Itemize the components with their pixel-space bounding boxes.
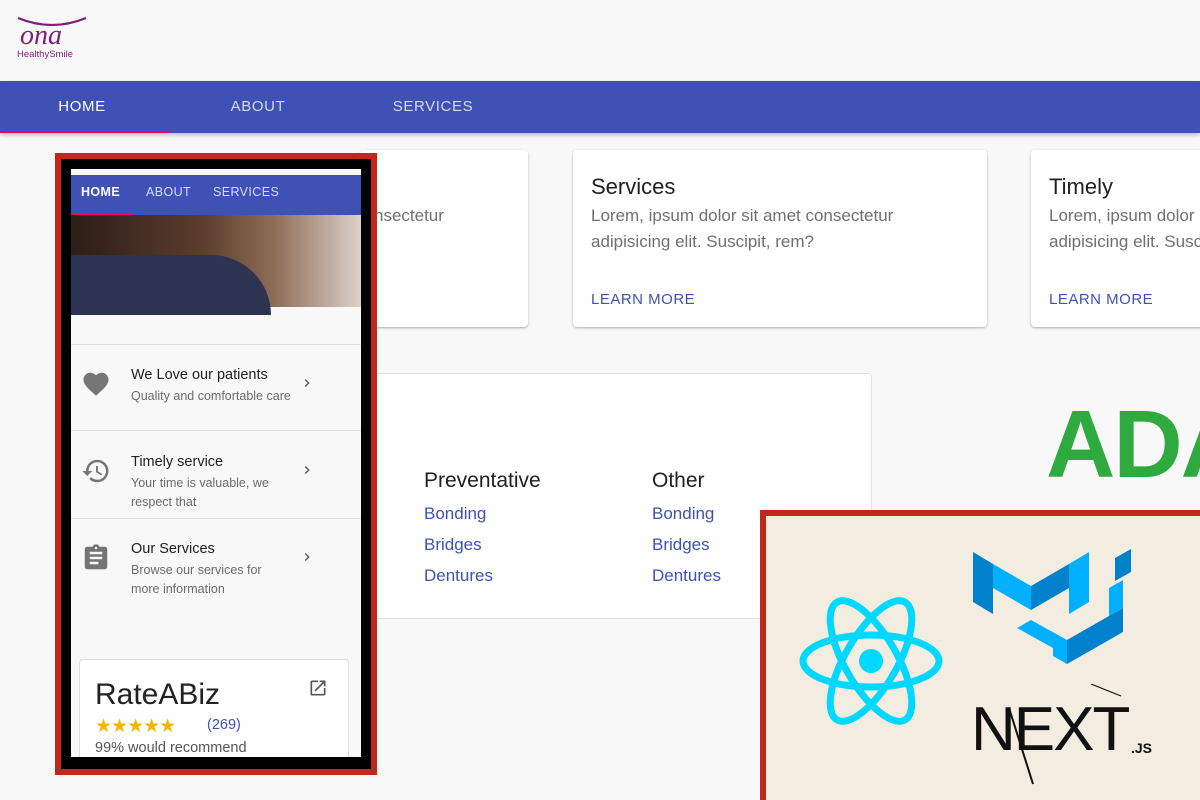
rating-stars: ★★★★★ (95, 716, 176, 737)
card-services-learn-more-button[interactable]: LEARN MORE (591, 291, 695, 308)
rateabiz-card: RateABiz ★★★★★ (269) 99% would recommend (79, 659, 349, 757)
services-link-dentures[interactable]: Dentures (652, 565, 721, 596)
tech-logos-panel: NEXT .JS (760, 510, 1200, 800)
healthysmile-logo[interactable]: ona HealthySmile (16, 10, 88, 62)
nextjs-slash-icon (1008, 684, 1122, 785)
tab-home[interactable]: HOME (22, 81, 142, 133)
card-timely: Timely Lorem, ipsum dolor sit amet conse… (1031, 150, 1200, 327)
history-icon (81, 456, 111, 486)
clipboard-icon (81, 543, 111, 573)
services-heading: Other (652, 469, 705, 492)
ada-logo: ADA (1046, 391, 1200, 498)
hero-image (71, 215, 361, 315)
card-services-body: Lorem, ipsum dolor sit amet consectetur … (591, 206, 894, 251)
services-link-bonding[interactable]: Bonding (424, 503, 541, 534)
phone-bezel: HOME ABOUT SERVICES We Love our patients… (61, 159, 371, 769)
react-logo-icon (799, 597, 943, 725)
list-item-timely[interactable]: Timely service Your time is valuable, we… (71, 432, 361, 519)
mobile-tab-home[interactable]: HOME (81, 175, 120, 215)
recommend-text: 99% would recommend (95, 740, 247, 756)
tab-about[interactable]: ABOUT (198, 81, 318, 133)
list-item-patients[interactable]: We Love our patients Quality and comfort… (71, 344, 361, 431)
card-services-title: Services (591, 174, 676, 199)
card-timely-learn-more-button[interactable]: LEARN MORE (1049, 291, 1153, 308)
chevron-right-icon (299, 462, 315, 478)
mobile-tab-services[interactable]: SERVICES (213, 175, 279, 215)
mui-logo-icon (973, 549, 1131, 664)
list-item-title: Timely service (131, 454, 224, 470)
list-item-services[interactable]: Our Services Browse our services for mor… (71, 519, 361, 606)
tab-indicator (0, 131, 170, 133)
list-item-title: We Love our patients (131, 367, 268, 383)
heart-icon (81, 369, 111, 399)
mobile-nav: HOME ABOUT SERVICES (71, 175, 361, 215)
list-item-subtitle: Browse our services for more information (131, 563, 262, 596)
main-nav: HOME ABOUT SERVICES (0, 81, 1200, 133)
card-services: Services Lorem, ipsum dolor sit amet con… (573, 150, 987, 327)
phone-screen: HOME ABOUT SERVICES We Love our patients… (71, 169, 361, 757)
hero-shirt (71, 255, 271, 315)
chevron-right-icon (299, 375, 315, 391)
card-timely-body: Lorem, ipsum dolor sit amet consectetur … (1049, 206, 1200, 251)
card-partial-body: nsectetur (374, 206, 444, 225)
services-link-bonding[interactable]: Bonding (652, 503, 721, 534)
rating-count[interactable]: (269) (207, 717, 241, 733)
open-in-new-icon[interactable] (308, 678, 328, 698)
phone-mockup: HOME ABOUT SERVICES We Love our patients… (55, 153, 377, 775)
services-link-bridges[interactable]: Bridges (652, 534, 721, 565)
list-item-title: Our Services (131, 541, 215, 557)
nextjs-logo: NEXT .JS (971, 684, 1171, 794)
logo-tagline: HealthySmile (17, 49, 73, 60)
services-column-preventative: Preventative Bonding Bridges Dentures (424, 469, 541, 596)
services-column-other: Other Bonding Bridges Dentures (652, 469, 721, 596)
logo-mark: ona (20, 20, 62, 51)
chevron-right-icon (299, 549, 315, 565)
rateabiz-name: RateABiz (95, 678, 221, 711)
mobile-tab-about[interactable]: ABOUT (146, 175, 191, 215)
tech-logos-background: NEXT .JS (766, 516, 1200, 800)
services-link-dentures[interactable]: Dentures (424, 565, 541, 596)
services-heading: Preventative (424, 469, 541, 492)
services-link-bridges[interactable]: Bridges (424, 534, 541, 565)
card-partial: nsectetur (360, 150, 528, 327)
tab-services[interactable]: SERVICES (373, 81, 493, 133)
list-item-subtitle: Your time is valuable, we respect that (131, 476, 269, 509)
list-item-subtitle: Quality and comfortable care (131, 389, 291, 403)
card-timely-title: Timely (1049, 174, 1113, 199)
